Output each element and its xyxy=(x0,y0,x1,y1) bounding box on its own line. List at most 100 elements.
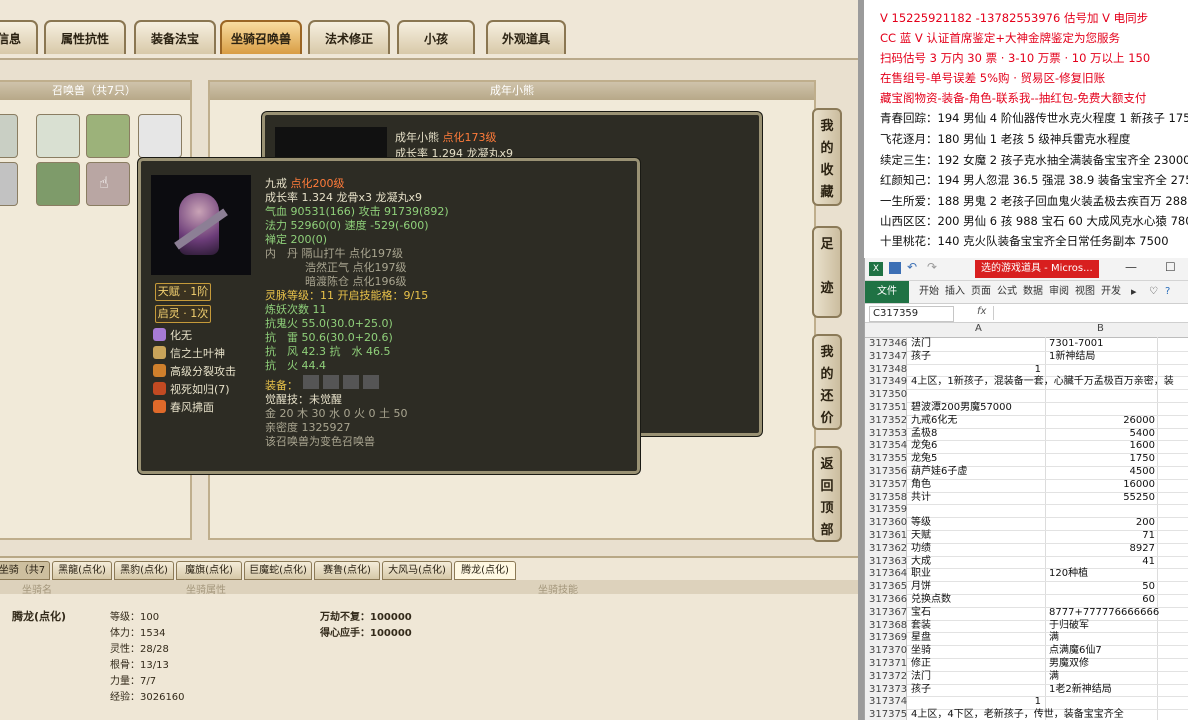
pet-slot[interactable] xyxy=(36,114,80,158)
row-number[interactable]: 317364 xyxy=(865,568,907,582)
mount-tab[interactable]: 黑豹(点化) xyxy=(114,561,174,580)
row-number[interactable]: 317365 xyxy=(865,581,907,594)
back-to-top-button[interactable]: 返回顶部 xyxy=(812,446,842,542)
row-number[interactable]: 317361 xyxy=(865,530,907,543)
row-number[interactable]: 317348 xyxy=(865,363,907,377)
cell-a[interactable]: 孩子 xyxy=(911,684,931,697)
heart-icon[interactable]: ♡ xyxy=(1149,281,1158,303)
tab-attributes[interactable]: 属性抗性 xyxy=(44,20,126,54)
cell-a[interactable]: 孟极8 xyxy=(911,428,937,441)
chevron-right-icon[interactable]: ▸ xyxy=(1131,281,1137,303)
cell-a[interactable]: 宝石 xyxy=(911,607,931,620)
pet-slot[interactable] xyxy=(0,162,18,206)
row-number[interactable]: 317358 xyxy=(865,491,907,505)
sheet-row[interactable]: 317358 共计 55250 xyxy=(865,491,1188,506)
ribbon-tab-review[interactable]: 审阅 xyxy=(1049,281,1069,303)
cell-b[interactable]: 1600 xyxy=(1049,440,1155,453)
row-number[interactable]: 317375 xyxy=(865,709,907,720)
column-header-b[interactable]: B xyxy=(1097,323,1104,334)
mount-tab[interactable]: 赛鲁(点化) xyxy=(314,561,380,580)
footprint-button[interactable]: 足迹 xyxy=(812,226,842,318)
cell-a[interactable]: 修正 xyxy=(911,658,931,671)
row-number[interactable]: 317351 xyxy=(865,402,907,415)
sheet-row[interactable]: 317362 功绩 8927 xyxy=(865,542,1188,557)
cell-a[interactable]: 角色 xyxy=(911,479,931,492)
cell-b[interactable]: 71 xyxy=(1049,530,1155,543)
cell-b[interactable]: 于归破军 xyxy=(1049,620,1089,633)
cell-a[interactable]: 碧波潭200男魔57000 xyxy=(911,402,1012,415)
sheet-row[interactable]: 317372 法门 满 xyxy=(865,670,1188,685)
sheet-row[interactable]: 317373 孩子 1老2新神结局 xyxy=(865,683,1188,698)
formula-input[interactable] xyxy=(993,306,1186,320)
row-number[interactable]: 317357 xyxy=(865,478,907,492)
cell-b[interactable]: 8927 xyxy=(1049,543,1155,556)
sheet-row[interactable]: 317360 等级 200 xyxy=(865,517,1188,531)
cell-a[interactable]: 4上区，4下区，老新孩子，传世，装备宝宝齐全 xyxy=(911,709,1124,720)
ribbon-tab-insert[interactable]: 插入 xyxy=(945,281,965,303)
row-number[interactable]: 317350 xyxy=(865,389,907,402)
cell-a[interactable]: 4上区，1新孩子，混装备一套，心臟千万孟极百万亲密，装 xyxy=(911,376,1174,389)
cell-a[interactable]: 星盘 xyxy=(911,632,931,645)
my-offers-button[interactable]: 我的还价 xyxy=(812,334,842,430)
row-number[interactable]: 317363 xyxy=(865,555,907,569)
sheet-row[interactable]: 317357 角色 16000 xyxy=(865,478,1188,493)
sheet-row[interactable]: 317367 宝石 8777+777776666666 xyxy=(865,606,1188,621)
tab-equipment[interactable]: 装备法宝 xyxy=(134,20,216,54)
row-number[interactable]: 317347 xyxy=(865,350,907,364)
cell-b[interactable]: 满 xyxy=(1049,632,1059,645)
cell-b[interactable]: 41 xyxy=(1049,556,1155,569)
row-number[interactable]: 317353 xyxy=(865,427,907,441)
mount-tab[interactable]: 魔旗(点化) xyxy=(176,561,242,580)
tab-spell-correction[interactable]: 法术修正 xyxy=(308,20,390,54)
help-icon[interactable]: ? xyxy=(1165,281,1170,303)
row-number[interactable]: 317354 xyxy=(865,440,907,454)
cell-a[interactable]: 龙兔6 xyxy=(911,440,937,453)
cell-b[interactable]: 55250 xyxy=(1049,492,1155,505)
ribbon-tab-developer[interactable]: 开发 xyxy=(1101,281,1121,303)
sheet-row[interactable]: 317365 月饼 50 xyxy=(865,581,1188,595)
pet-slot[interactable] xyxy=(0,114,18,158)
cell-a[interactable]: 天赋 xyxy=(911,530,931,543)
sheet-row[interactable]: 317356 葫芦娃6子虚 4500 xyxy=(865,466,1188,480)
name-box[interactable]: C317359 xyxy=(869,306,954,322)
mount-tab[interactable]: 巨魔蛇(点化) xyxy=(244,561,312,580)
cell-b[interactable]: 1老2新神结局 xyxy=(1049,684,1112,697)
row-number[interactable]: 317370 xyxy=(865,645,907,658)
ribbon-tab-home[interactable]: 开始 xyxy=(919,281,939,303)
cell-a[interactable]: 等级 xyxy=(911,517,931,530)
sheet-row[interactable]: 317346 法门 7301-7001 xyxy=(865,338,1188,352)
pet-slot[interactable] xyxy=(86,114,130,158)
ribbon-tab-file[interactable]: 文件 xyxy=(865,281,909,303)
row-number[interactable]: 317359 xyxy=(865,504,907,518)
cell-b[interactable]: 1新神结局 xyxy=(1049,351,1095,364)
cell-b[interactable]: 60 xyxy=(1049,594,1155,607)
row-number[interactable]: 317366 xyxy=(865,594,907,607)
cell-a[interactable]: 共计 xyxy=(911,492,931,505)
maximize-icon[interactable]: ☐ xyxy=(1165,260,1176,274)
cell-a[interactable]: 龙兔5 xyxy=(911,453,937,466)
cell-b[interactable]: 4500 xyxy=(1049,466,1155,479)
cell-b[interactable]: 5400 xyxy=(1049,428,1155,441)
cell-b[interactable]: 男魔双修 xyxy=(1049,658,1089,671)
sheet-row[interactable]: 317361 天赋 71 xyxy=(865,530,1188,544)
row-number[interactable]: 317356 xyxy=(865,466,907,479)
sheet-row[interactable]: 317370 坐骑 点满魔6仙7 xyxy=(865,645,1188,659)
pet-slot[interactable] xyxy=(36,162,80,206)
sheet-row[interactable]: 317349 4上区，1新孩子，混装备一套，心臟千万孟极百万亲密，装 xyxy=(865,376,1188,391)
cell-b[interactable]: 16000 xyxy=(1049,479,1155,492)
cell-b[interactable]: 7301-7001 xyxy=(1049,338,1104,351)
cell-a[interactable]: 1 xyxy=(911,364,1041,377)
cell-b[interactable]: 8777+777776666666 xyxy=(1049,607,1159,620)
row-number[interactable]: 317368 xyxy=(865,619,907,633)
row-number[interactable]: 317360 xyxy=(865,517,907,530)
sheet-row[interactable]: 317355 龙兔5 1750 xyxy=(865,453,1188,467)
tab-children[interactable]: 小孩 xyxy=(397,20,475,54)
row-number[interactable]: 317374 xyxy=(865,696,907,710)
cell-b[interactable]: 点满魔6仙7 xyxy=(1049,645,1102,658)
pet-slot[interactable] xyxy=(138,114,182,158)
column-header-a[interactable]: A xyxy=(975,323,982,334)
row-number[interactable]: 317355 xyxy=(865,453,907,466)
mount-tab[interactable]: 大风马(点化) xyxy=(382,561,452,580)
row-number[interactable]: 317362 xyxy=(865,542,907,556)
cell-a[interactable]: 坐骑 xyxy=(911,645,931,658)
